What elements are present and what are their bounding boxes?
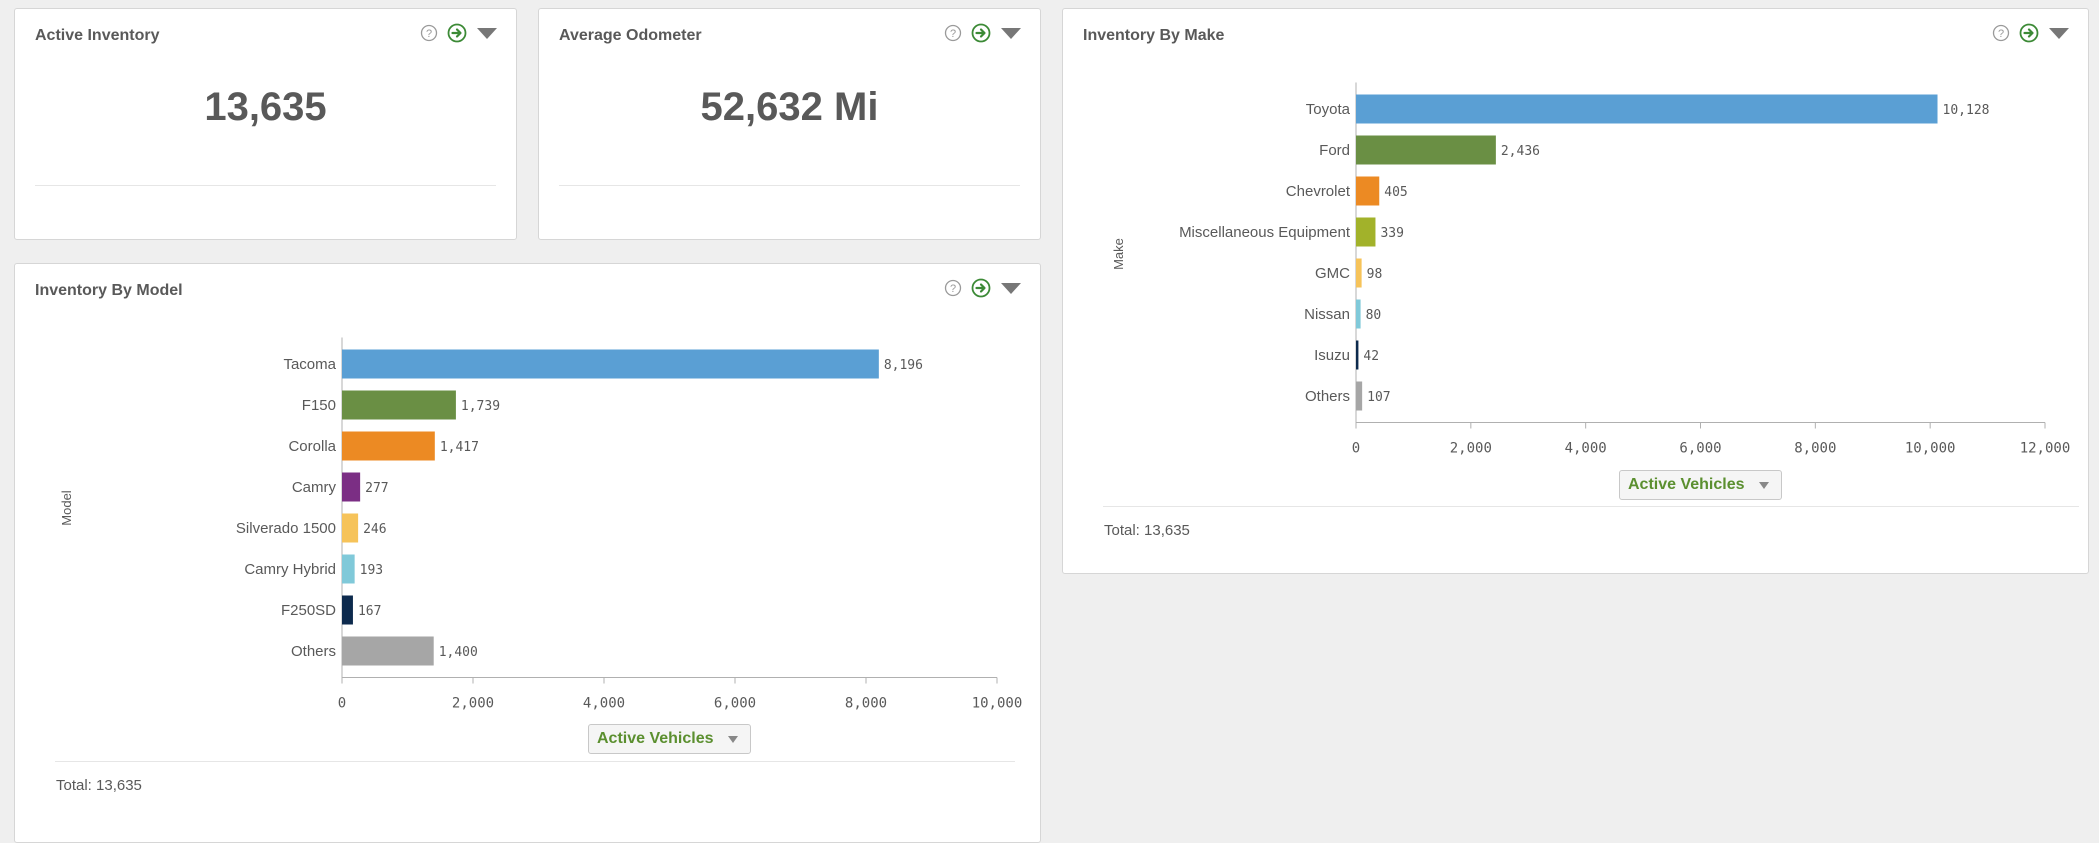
card-title: Average Odometer [559,27,702,44]
tick-label: 6,000 [714,696,756,712]
data-label: 339 [1380,226,1403,241]
tick-label: 2,000 [1450,441,1492,457]
data-label: 107 [1367,390,1390,405]
bar [342,390,456,420]
menu-dropdown-icon[interactable] [1000,26,1022,40]
bar [342,513,359,543]
category-label: Others [1305,388,1350,405]
category-label: Isuzu [1314,347,1350,364]
average-odometer-card: Average Odometer ? 52,632 Mi [538,8,1041,240]
divider [559,185,1020,186]
data-label: 1,739 [461,399,500,414]
y-axis-title: Model [59,490,74,526]
data-label: 8,196 [884,358,923,373]
chevron-down-icon [727,735,738,743]
total-count: Total: 13,635 [56,777,142,794]
measure-label: Active Vehicles [597,730,714,747]
category-label: Chevrolet [1286,183,1351,200]
svg-text:?: ? [950,28,956,40]
category-label: Camry [292,479,337,496]
measure-selector-button[interactable]: Active Vehicles [588,724,751,754]
measure-selector-button[interactable]: Active Vehicles [1619,470,1782,500]
divider [35,185,496,186]
bar [1356,176,1380,206]
category-label: F150 [302,397,336,414]
data-label: 1,417 [440,440,479,455]
category-label: Corolla [288,438,336,455]
chevron-down-icon [1758,481,1769,489]
bar [1356,381,1363,411]
kpi-value: 52,632 Mi [700,85,879,129]
data-label: 405 [1384,185,1407,200]
bar [342,595,353,625]
total-count: Total: 13,635 [1104,522,1190,539]
bar [342,554,355,584]
bar [342,349,879,379]
data-label: 42 [1363,349,1379,364]
divider [1103,506,2079,507]
tick-label: 12,000 [2020,441,2071,457]
bar [342,472,361,502]
category-label: Camry Hybrid [244,561,336,578]
tick-label: 0 [338,696,346,712]
go-to-sheet-icon[interactable] [971,23,991,43]
data-label: 277 [365,481,388,496]
inventory-by-make-chart[interactable]: Toyota 10,128 Ford 2,436 Chevrolet 405 Miscell… [1063,9,2088,489]
tick-label: 10,000 [972,696,1023,712]
category-label: Nissan [1304,306,1350,323]
card-toolbar: ? [944,23,1022,43]
menu-dropdown-icon[interactable] [476,26,498,40]
tick-label: 4,000 [583,696,625,712]
inventory-by-model-chart[interactable]: Tacoma 8,196 F150 1,739 Corolla 1,417 Camry 277… [15,264,1040,824]
category-label: GMC [1315,265,1350,282]
card-title: Active Inventory [35,27,160,44]
category-label: Ford [1319,142,1350,159]
bar [1356,340,1359,370]
bar [1356,94,1938,124]
tick-label: 6,000 [1679,441,1721,457]
tick-label: 4,000 [1565,441,1607,457]
svg-text:?: ? [426,28,432,40]
data-label: 193 [360,563,383,578]
data-label: 167 [358,604,381,619]
inventory-by-model-card: Inventory By Model ? Tacoma 8,196 F150 1,73… [14,263,1041,843]
measure-label: Active Vehicles [1628,476,1745,493]
data-label: 80 [1366,308,1382,323]
tick-label: 8,000 [845,696,887,712]
divider [55,761,1015,762]
kpi-value: 13,635 [204,85,327,129]
data-label: 246 [363,522,386,537]
bar [342,636,434,666]
category-label: Toyota [1306,101,1351,118]
card-toolbar: ? [420,23,498,43]
tick-label: 10,000 [1905,441,1956,457]
category-label: Silverado 1500 [236,520,336,537]
active-inventory-card: Active Inventory ? 13,635 [14,8,517,240]
data-label: 98 [1367,267,1383,282]
category-label: Others [291,643,336,660]
help-icon[interactable]: ? [944,24,962,42]
tick-label: 2,000 [452,696,494,712]
help-icon[interactable]: ? [420,24,438,42]
bar [1356,258,1362,288]
data-label: 2,436 [1501,144,1540,159]
inventory-by-make-card: Inventory By Make ? Toyota 10,128 Ford 2,43… [1062,8,2089,574]
bar [1356,217,1376,247]
go-to-sheet-icon[interactable] [447,23,467,43]
y-axis-title: Make [1111,238,1126,270]
data-label: 1,400 [439,645,478,660]
category-label: Tacoma [283,356,336,373]
bar [1356,299,1361,329]
category-label: F250SD [281,602,336,619]
tick-label: 0 [1352,441,1360,457]
bar [1356,135,1496,165]
category-label: Miscellaneous Equipment [1179,224,1351,241]
tick-label: 8,000 [1794,441,1836,457]
bar [342,431,435,461]
data-label: 10,128 [1943,103,1990,118]
